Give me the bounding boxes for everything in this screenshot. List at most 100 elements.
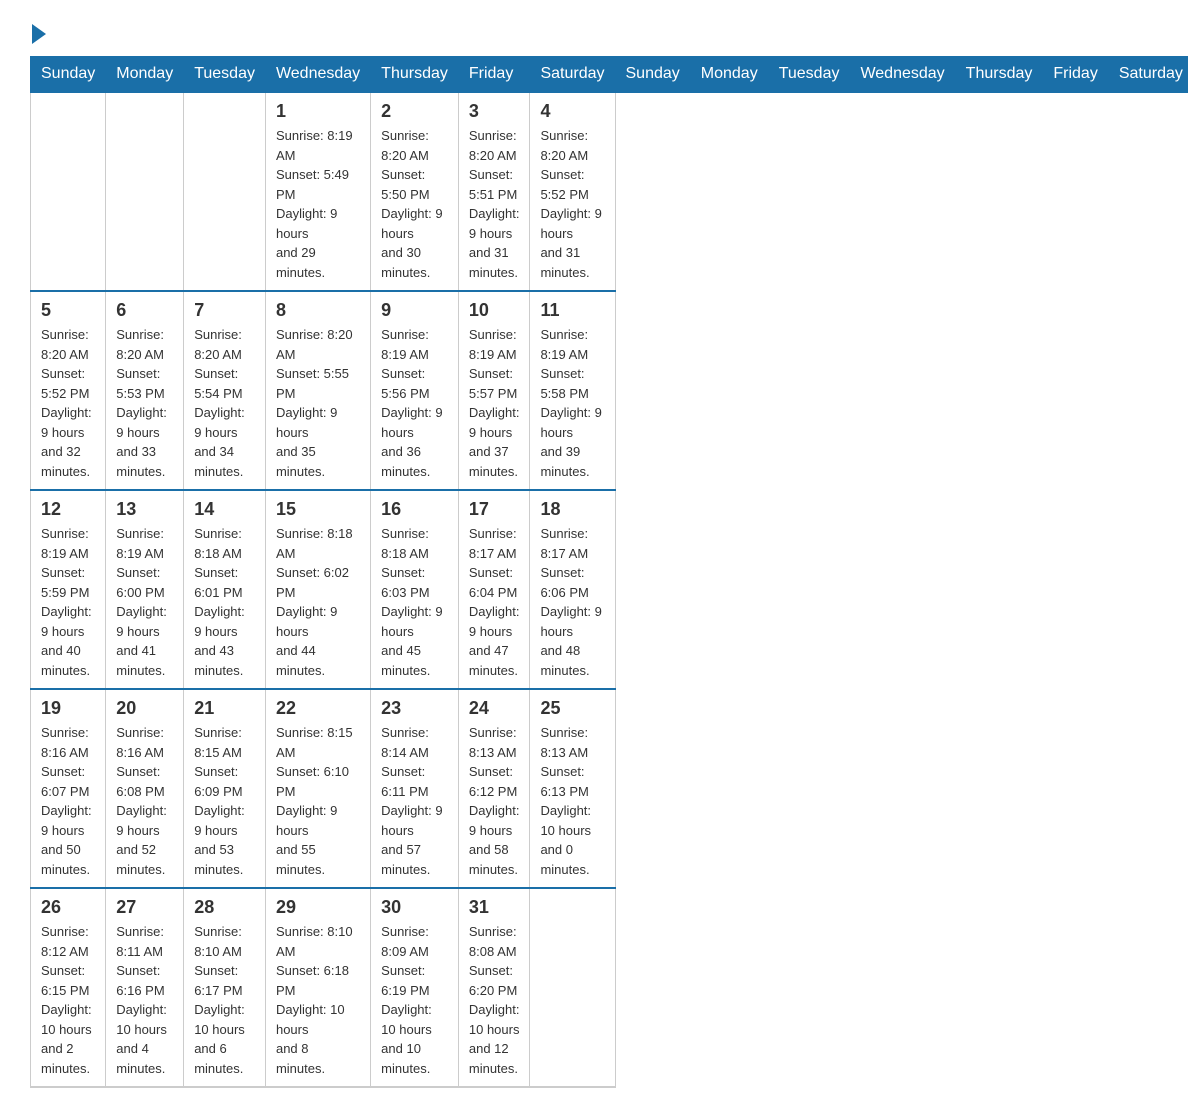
- calendar-cell: 5 Sunrise: 8:20 AM Sunset: 5:52 PM Daylig…: [31, 291, 106, 490]
- day-info: Sunrise: 8:09 AM Sunset: 6:19 PM Dayligh…: [381, 922, 448, 1078]
- header-thursday: Thursday: [371, 57, 459, 93]
- calendar-cell: 21 Sunrise: 8:15 AM Sunset: 6:09 PM Dayli…: [184, 689, 266, 888]
- day-number: 17: [469, 499, 520, 520]
- day-info: Sunrise: 8:20 AM Sunset: 5:53 PM Dayligh…: [116, 325, 173, 481]
- day-number: 23: [381, 698, 448, 719]
- calendar-cell: 24 Sunrise: 8:13 AM Sunset: 6:12 PM Dayli…: [458, 689, 530, 888]
- day-number: 1: [276, 101, 360, 122]
- col-header-friday: Friday: [1043, 57, 1108, 93]
- day-info: Sunrise: 8:16 AM Sunset: 6:08 PM Dayligh…: [116, 723, 173, 879]
- col-header-tuesday: Tuesday: [768, 57, 850, 93]
- calendar-cell: 11Sunrise: 8:19 AM Sunset: 5:58 PM Dayli…: [530, 291, 615, 490]
- calendar-cell: [106, 92, 184, 291]
- logo-arrow-icon: [32, 24, 46, 44]
- day-number: 15: [276, 499, 360, 520]
- calendar-cell: 25 Sunrise: 8:13 AM Sunset: 6:13 PM Dayli…: [530, 689, 615, 888]
- day-number: 22: [276, 698, 360, 719]
- day-info: Sunrise: 8:19 AM Sunset: 5:57 PM Dayligh…: [469, 325, 520, 481]
- day-number: 25: [540, 698, 604, 719]
- day-info: Sunrise: 8:10 AM Sunset: 6:17 PM Dayligh…: [194, 922, 255, 1078]
- calendar-week-4: 19Sunrise: 8:16 AM Sunset: 6:07 PM Dayli…: [31, 689, 1188, 888]
- calendar-cell: 20 Sunrise: 8:16 AM Sunset: 6:08 PM Dayli…: [106, 689, 184, 888]
- day-info: Sunrise: 8:20 AM Sunset: 5:52 PM Dayligh…: [540, 126, 604, 282]
- day-number: 29: [276, 897, 360, 918]
- day-info: Sunrise: 8:13 AM Sunset: 6:13 PM Dayligh…: [540, 723, 604, 879]
- day-number: 5: [41, 300, 95, 321]
- calendar-table: SundayMondayTuesdayWednesdayThursdayFrid…: [30, 56, 1188, 1088]
- header-wednesday: Wednesday: [265, 57, 370, 93]
- day-info: Sunrise: 8:18 AM Sunset: 6:01 PM Dayligh…: [194, 524, 255, 680]
- day-info: Sunrise: 8:08 AM Sunset: 6:20 PM Dayligh…: [469, 922, 520, 1078]
- calendar-cell: 4 Sunrise: 8:20 AM Sunset: 5:52 PM Daylig…: [530, 92, 615, 291]
- day-number: 24: [469, 698, 520, 719]
- calendar-cell: 2Sunrise: 8:20 AM Sunset: 5:50 PM Daylig…: [371, 92, 459, 291]
- header-saturday: Saturday: [530, 57, 615, 93]
- day-number: 3: [469, 101, 520, 122]
- day-info: Sunrise: 8:20 AM Sunset: 5:51 PM Dayligh…: [469, 126, 520, 282]
- day-number: 27: [116, 897, 173, 918]
- day-info: Sunrise: 8:20 AM Sunset: 5:52 PM Dayligh…: [41, 325, 95, 481]
- col-header-sunday: Sunday: [615, 57, 690, 93]
- day-number: 20: [116, 698, 173, 719]
- calendar-cell: 14 Sunrise: 8:18 AM Sunset: 6:01 PM Dayli…: [184, 490, 266, 689]
- calendar-cell: [184, 92, 266, 291]
- day-number: 14: [194, 499, 255, 520]
- col-header-wednesday: Wednesday: [850, 57, 955, 93]
- day-info: Sunrise: 8:14 AM Sunset: 6:11 PM Dayligh…: [381, 723, 448, 879]
- day-info: Sunrise: 8:16 AM Sunset: 6:07 PM Dayligh…: [41, 723, 95, 879]
- day-number: 12: [41, 499, 95, 520]
- day-info: Sunrise: 8:19 AM Sunset: 5:56 PM Dayligh…: [381, 325, 448, 481]
- calendar-cell: 17 Sunrise: 8:17 AM Sunset: 6:04 PM Dayli…: [458, 490, 530, 689]
- page-header: [30, 20, 1158, 46]
- day-number: 31: [469, 897, 520, 918]
- col-header-saturday: Saturday: [1108, 57, 1188, 93]
- day-info: Sunrise: 8:20 AM Sunset: 5:50 PM Dayligh…: [381, 126, 448, 282]
- calendar-cell: 10 Sunrise: 8:19 AM Sunset: 5:57 PM Dayli…: [458, 291, 530, 490]
- day-info: Sunrise: 8:15 AM Sunset: 6:10 PM Dayligh…: [276, 723, 360, 879]
- day-number: 13: [116, 499, 173, 520]
- day-info: Sunrise: 8:15 AM Sunset: 6:09 PM Dayligh…: [194, 723, 255, 879]
- calendar-cell: 12 Sunrise: 8:19 AM Sunset: 5:59 PM Dayli…: [31, 490, 106, 689]
- logo: [30, 20, 46, 46]
- day-info: Sunrise: 8:19 AM Sunset: 5:59 PM Dayligh…: [41, 524, 95, 680]
- day-info: Sunrise: 8:19 AM Sunset: 5:49 PM Dayligh…: [276, 126, 360, 282]
- calendar-week-2: 5 Sunrise: 8:20 AM Sunset: 5:52 PM Daylig…: [31, 291, 1188, 490]
- calendar-cell: 3 Sunrise: 8:20 AM Sunset: 5:51 PM Daylig…: [458, 92, 530, 291]
- calendar-header-row: SundayMondayTuesdayWednesdayThursdayFrid…: [31, 57, 1188, 93]
- day-info: Sunrise: 8:18 AM Sunset: 6:02 PM Dayligh…: [276, 524, 360, 680]
- day-number: 21: [194, 698, 255, 719]
- calendar-week-3: 12 Sunrise: 8:19 AM Sunset: 5:59 PM Dayli…: [31, 490, 1188, 689]
- day-info: Sunrise: 8:12 AM Sunset: 6:15 PM Dayligh…: [41, 922, 95, 1078]
- day-info: Sunrise: 8:10 AM Sunset: 6:18 PM Dayligh…: [276, 922, 360, 1078]
- col-header-monday: Monday: [690, 57, 768, 93]
- day-number: 11: [540, 300, 604, 321]
- calendar-cell: 13 Sunrise: 8:19 AM Sunset: 6:00 PM Dayli…: [106, 490, 184, 689]
- day-info: Sunrise: 8:20 AM Sunset: 5:55 PM Dayligh…: [276, 325, 360, 481]
- calendar-cell: 9Sunrise: 8:19 AM Sunset: 5:56 PM Daylig…: [371, 291, 459, 490]
- header-tuesday: Tuesday: [184, 57, 266, 93]
- calendar-cell: 16 Sunrise: 8:18 AM Sunset: 6:03 PM Dayli…: [371, 490, 459, 689]
- day-number: 18: [540, 499, 604, 520]
- calendar-cell: 6 Sunrise: 8:20 AM Sunset: 5:53 PM Daylig…: [106, 291, 184, 490]
- day-info: Sunrise: 8:13 AM Sunset: 6:12 PM Dayligh…: [469, 723, 520, 879]
- day-number: 28: [194, 897, 255, 918]
- day-info: Sunrise: 8:17 AM Sunset: 6:04 PM Dayligh…: [469, 524, 520, 680]
- day-info: Sunrise: 8:19 AM Sunset: 6:00 PM Dayligh…: [116, 524, 173, 680]
- day-info: Sunrise: 8:11 AM Sunset: 6:16 PM Dayligh…: [116, 922, 173, 1078]
- day-number: 26: [41, 897, 95, 918]
- calendar-cell: 15 Sunrise: 8:18 AM Sunset: 6:02 PM Dayli…: [265, 490, 370, 689]
- calendar-cell: 22 Sunrise: 8:15 AM Sunset: 6:10 PM Dayli…: [265, 689, 370, 888]
- calendar-cell: 18Sunrise: 8:17 AM Sunset: 6:06 PM Dayli…: [530, 490, 615, 689]
- day-number: 4: [540, 101, 604, 122]
- calendar-week-1: 1 Sunrise: 8:19 AM Sunset: 5:49 PM Daylig…: [31, 92, 1188, 291]
- day-number: 6: [116, 300, 173, 321]
- col-header-thursday: Thursday: [955, 57, 1043, 93]
- calendar-cell: 23 Sunrise: 8:14 AM Sunset: 6:11 PM Dayli…: [371, 689, 459, 888]
- day-info: Sunrise: 8:18 AM Sunset: 6:03 PM Dayligh…: [381, 524, 448, 680]
- day-number: 16: [381, 499, 448, 520]
- header-sunday: Sunday: [31, 57, 106, 93]
- header-monday: Monday: [106, 57, 184, 93]
- calendar-cell: [31, 92, 106, 291]
- header-friday: Friday: [458, 57, 530, 93]
- day-number: 10: [469, 300, 520, 321]
